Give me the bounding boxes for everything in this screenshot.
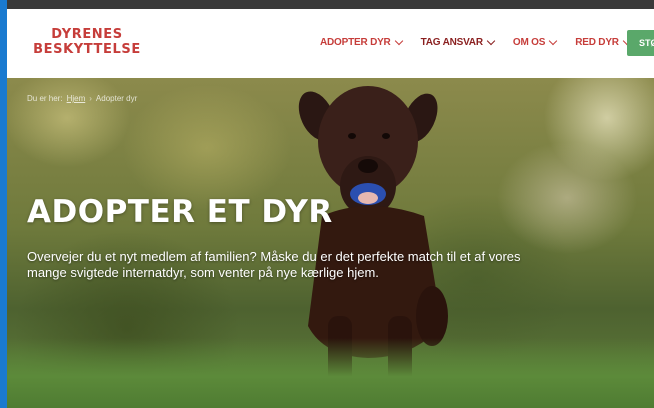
logo-line-2: BESKYTTELSE [33,42,141,57]
left-edge-strip [0,0,7,408]
chevron-down-icon [394,36,403,46]
chevron-down-icon [548,36,558,46]
main-nav: ADOPTER DYR TAG ANSVAR OM OS RED DYR [320,36,649,48]
breadcrumb-current: Adopter dyr [95,94,138,103]
nav-item-label: OM OS [512,37,546,48]
breadcrumb-link-home[interactable]: Hjem [67,94,86,103]
nav-item-red-dyr[interactable]: RED DYR [575,36,632,48]
nav-item-label: ADOPTER DYR [320,37,391,48]
page-title: ADOPTER ET DYR [27,194,333,230]
nav-item-label: RED DYR [575,37,619,48]
hero-subtitle: Overvejer du et nyt medlem af familien? … [27,249,521,280]
nav-item-tag-ansvar[interactable]: TAG ANSVAR [420,36,496,48]
breadcrumb-separator: › [89,94,92,103]
site-logo[interactable]: DYRENES BESKYTTELSE [27,27,147,57]
breadcrumb-prefix: Du er her: [27,94,63,103]
chevron-down-icon [486,36,496,46]
nav-item-om-os[interactable]: OM OS [512,36,558,48]
hero-banner: Du er her: Hjem › Adopter dyr ADOPTER ET… [7,78,654,408]
browser-top-strip [0,0,654,9]
nav-item-adopter-dyr[interactable]: ADOPTER DYR [320,36,403,48]
nav-item-label: TAG ANSVAR [420,37,483,48]
breadcrumb: Du er her: Hjem › Adopter dyr [27,94,137,103]
logo-line-1: DYRENES [51,27,123,42]
support-button[interactable]: STØT [627,30,654,56]
grass-foreground [7,338,654,408]
site-header: DYRENES BESKYTTELSE ADOPTER DYR TAG ANSV… [7,9,654,78]
